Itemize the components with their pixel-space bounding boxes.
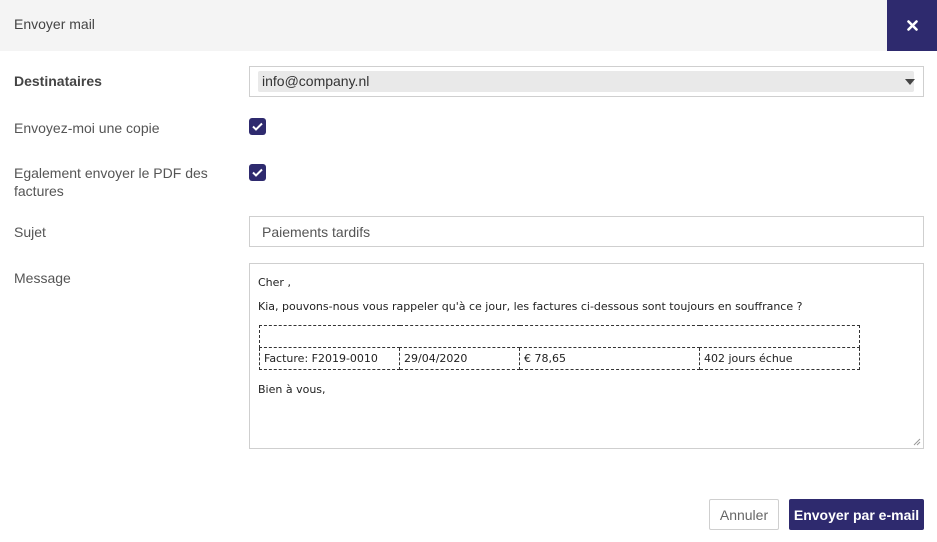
recipients-label: Destinataires <box>14 73 102 89</box>
invoice-table-header-row <box>259 325 860 348</box>
pdf-label-line1: Egalement envoyer le PDF des <box>14 165 208 181</box>
invoice-number-cell: Facture: F2019-0010 <box>259 347 400 370</box>
subject-label: Sujet <box>14 224 46 240</box>
invoice-table-empty-cell <box>259 325 860 348</box>
message-intro: Kia, pouvons-nous vous rappeler qu'à ce … <box>258 300 803 313</box>
copy-label: Envoyez-moi une copie <box>14 120 160 136</box>
chevron-down-icon[interactable] <box>905 79 915 85</box>
check-icon <box>252 168 263 177</box>
copy-checkbox[interactable] <box>249 118 266 135</box>
message-editor[interactable]: Cher , Kia, pouvons-nous vous rappeler q… <box>249 263 924 449</box>
subject-input[interactable] <box>249 216 924 247</box>
message-greeting: Cher , <box>258 276 291 289</box>
check-icon <box>252 122 263 131</box>
invoice-table: Facture: F2019-0010 29/04/2020 € 78,65 4… <box>259 325 860 370</box>
invoice-date-cell: 29/04/2020 <box>399 347 520 370</box>
cancel-button[interactable]: Annuler <box>709 499 779 530</box>
invoice-amount-cell: € 78,65 <box>519 347 700 370</box>
resize-grip-icon[interactable] <box>913 438 921 446</box>
table-row: Facture: F2019-0010 29/04/2020 € 78,65 4… <box>259 347 860 370</box>
pdf-label-line2: factures <box>14 183 64 199</box>
send-email-button[interactable]: Envoyer par e-mail <box>789 499 924 530</box>
pdf-checkbox[interactable] <box>249 164 266 181</box>
pdf-label: Egalement envoyer le PDF des factures <box>14 164 208 200</box>
message-closing: Bien à vous, <box>258 383 326 396</box>
recipient-tag[interactable]: info@company.nl <box>258 71 914 92</box>
modal-title: Envoyer mail <box>14 16 95 32</box>
modal-header: Envoyer mail <box>0 0 937 51</box>
close-button[interactable] <box>887 0 937 51</box>
message-label: Message <box>14 270 71 286</box>
invoice-overdue-cell: 402 jours échue <box>699 347 860 370</box>
recipients-select[interactable]: info@company.nl <box>249 66 924 97</box>
close-icon <box>906 20 918 31</box>
recipient-value: info@company.nl <box>262 73 370 89</box>
